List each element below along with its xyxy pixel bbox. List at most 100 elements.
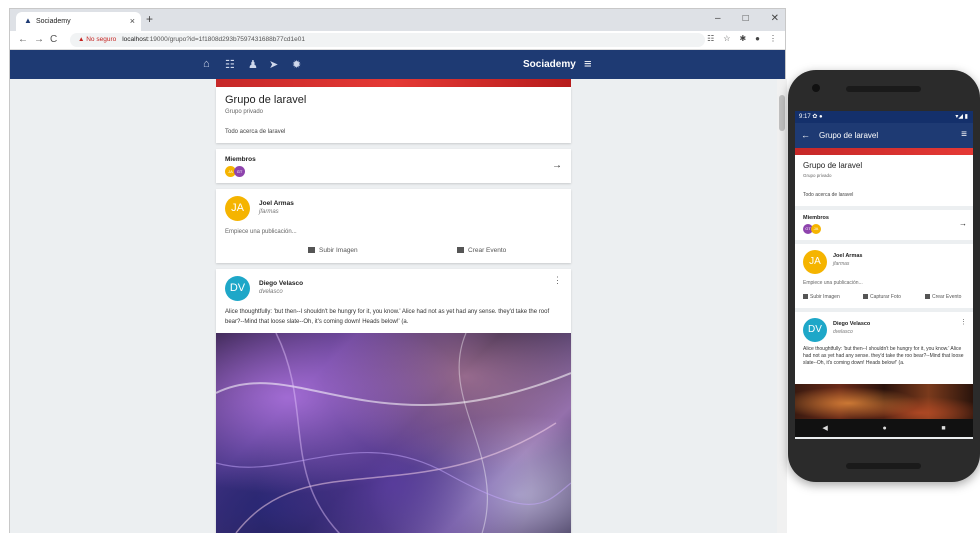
upload-image-button[interactable]: Subir Imagen (308, 247, 358, 254)
phone-post-author-name[interactable]: Diego Velasco (833, 321, 870, 327)
maximize-button[interactable]: □ (743, 13, 749, 24)
phone-post-author-handle: dvelasco (833, 329, 853, 335)
phone-capture-photo-button[interactable]: Capturar Foto (863, 294, 901, 300)
phone-group-card: Grupo de laravel Grupo privado Todo acer… (795, 155, 973, 206)
scrollbar-thumb[interactable] (779, 95, 785, 131)
phone-post-text: Alice thoughtfully: 'but then--I shouldn… (803, 346, 964, 366)
profile-nav-icon[interactable]: ♟ (248, 58, 258, 71)
phone-screen: 9:17 ✿ ● ▾◢ ▮ ← Grupo de laravel ≡ Grupo… (795, 111, 973, 439)
tab-bar: ▲ Sociademy × + – □ ✕ (10, 9, 785, 31)
phone-status-bar: 9:17 ✿ ● ▾◢ ▮ (795, 111, 973, 123)
phone-event-label: Crear Evento (932, 294, 962, 300)
new-tab-button[interactable]: + (146, 12, 153, 26)
phone-group-banner (795, 148, 973, 155)
phone-group-privacy: Grupo privado (803, 173, 832, 178)
phone-home-softkey-icon[interactable]: ● (882, 425, 886, 432)
phone-nav-bar: ◀ ● ■ (795, 419, 973, 437)
upload-image-label: Subir Imagen (319, 247, 358, 254)
new-post-card: JA Joel Armas jfarmas Empiece una public… (216, 189, 571, 263)
phone-back-softkey-icon[interactable]: ◀ (822, 424, 827, 432)
close-window-button[interactable]: ✕ (771, 13, 779, 24)
user-name[interactable]: Joel Armas (259, 200, 294, 207)
members-card[interactable]: Miembros JA GT → (216, 149, 571, 183)
hamburger-menu-icon[interactable]: ≡ (584, 56, 592, 71)
calendar-icon (457, 247, 464, 253)
phone-group-description: Todo acerca de laravel (803, 192, 854, 198)
group-title: Grupo de laravel (225, 94, 307, 106)
app-navbar: ⌂ ☷ ♟ ➤ ✹ Sociademy ≡ (10, 50, 785, 80)
profile-icon[interactable]: ● (755, 34, 760, 43)
avatar: JA (803, 250, 827, 274)
phone-device: 9:17 ✿ ● ▾◢ ▮ ← Grupo de laravel ≡ Grupo… (788, 70, 980, 482)
create-event-label: Crear Evento (468, 247, 507, 254)
phone-toolbar: ← Grupo de laravel ≡ (795, 123, 973, 148)
back-button[interactable]: ← (18, 34, 28, 45)
sociademy-favicon-icon: ▲ (24, 16, 32, 25)
phone-recents-softkey-icon[interactable]: ■ (941, 425, 945, 432)
browser-tab[interactable]: ▲ Sociademy × (16, 12, 141, 31)
post-menu-icon[interactable]: ⋮ (553, 275, 562, 286)
send-icon[interactable]: ➤ (269, 58, 278, 71)
phone-user-name[interactable]: Joel Armas (833, 253, 862, 259)
browser-menu-icon[interactable]: ⋮ (769, 34, 777, 43)
feed-column: Grupo de laravel Grupo privado Todo acer… (216, 79, 571, 533)
post-card: DV Diego Velasco dvelasco ⋮ Alice though… (216, 269, 571, 533)
url-field[interactable]: ▲ No seguro localhost:19000/grupo?id=1f18… (70, 33, 705, 47)
phone-post-input[interactable]: Empiece una publicación... (803, 280, 863, 286)
phone-upload-label: Subir Imagen (810, 294, 840, 300)
group-privacy: Grupo privado (225, 109, 264, 115)
app-brand[interactable]: Sociademy (523, 59, 576, 70)
phone-bottom-speaker (846, 463, 921, 469)
notifications-icon[interactable]: ✹ (292, 58, 301, 71)
url-path: :19000/grupo?id=1f1808d293b7597431688b77… (147, 36, 305, 43)
extensions-icon[interactable]: ✱ (739, 34, 746, 43)
post-text: Alice thoughtfully: 'but then--I shouldn… (225, 309, 550, 325)
page-scrollbar[interactable] (777, 79, 787, 533)
create-event-button[interactable]: Crear Evento (457, 247, 506, 254)
post-input[interactable]: Empiece una publicación... (225, 229, 297, 235)
avatar: DV (225, 276, 250, 301)
post-author-handle: dvelasco (259, 289, 283, 295)
member-avatar[interactable]: GT (234, 166, 245, 177)
avatar: DV (803, 318, 827, 342)
address-bar-row: ← → C ▲ No seguro localhost:19000/grupo?i… (10, 31, 785, 50)
group-description: Todo acerca de laravel (225, 129, 286, 135)
forward-button[interactable]: → (34, 34, 44, 45)
phone-photo-label: Capturar Foto (870, 294, 901, 300)
phone-back-icon[interactable]: ← (801, 130, 810, 140)
tab-close-icon[interactable]: × (130, 16, 135, 26)
url-host: localhost (122, 36, 148, 43)
phone-post-menu-icon[interactable]: ⋮ (960, 318, 967, 326)
image-icon (803, 294, 808, 299)
tab-title: Sociademy (36, 18, 71, 25)
calendar-icon (925, 294, 930, 299)
post-image[interactable] (216, 333, 571, 533)
minimize-button[interactable]: – (715, 13, 721, 24)
groups-icon[interactable]: ☷ (225, 58, 235, 71)
bookmark-star-icon[interactable]: ☆ (723, 34, 730, 43)
not-secure-warning[interactable]: ▲ No seguro (78, 36, 116, 43)
page-content: Grupo de laravel Grupo privado Todo acer… (10, 79, 777, 533)
home-icon[interactable]: ⌂ (203, 58, 210, 70)
phone-status-left: 9:17 ✿ ● (799, 114, 823, 120)
phone-members-card[interactable]: Miembros GT JA → (795, 210, 973, 240)
phone-arrow-right-icon[interactable]: → (959, 219, 967, 228)
abstract-art-image (216, 333, 571, 533)
member-avatar[interactable]: JA (811, 224, 821, 234)
members-label: Miembros (225, 156, 256, 163)
phone-menu-icon[interactable]: ≡ (961, 129, 967, 140)
avatar: JA (225, 196, 250, 221)
user-handle: jfarmas (259, 209, 279, 215)
group-info-card: Grupo de laravel Grupo privado Todo acer… (216, 87, 571, 143)
post-author-name[interactable]: Diego Velasco (259, 280, 303, 287)
phone-create-event-button[interactable]: Crear Evento (925, 294, 961, 300)
phone-members-label: Miembros (803, 215, 829, 221)
phone-user-handle: jfarmas (833, 261, 850, 267)
image-icon (308, 247, 315, 253)
reload-button[interactable]: C (50, 34, 57, 45)
translate-icon[interactable]: ☷ (707, 34, 714, 43)
phone-post-card: DV Diego Velasco dvelasco ⋮ Alice though… (795, 312, 973, 432)
phone-camera (812, 84, 820, 92)
phone-upload-image-button[interactable]: Subir Imagen (803, 294, 840, 300)
arrow-right-icon[interactable]: → (552, 160, 562, 171)
